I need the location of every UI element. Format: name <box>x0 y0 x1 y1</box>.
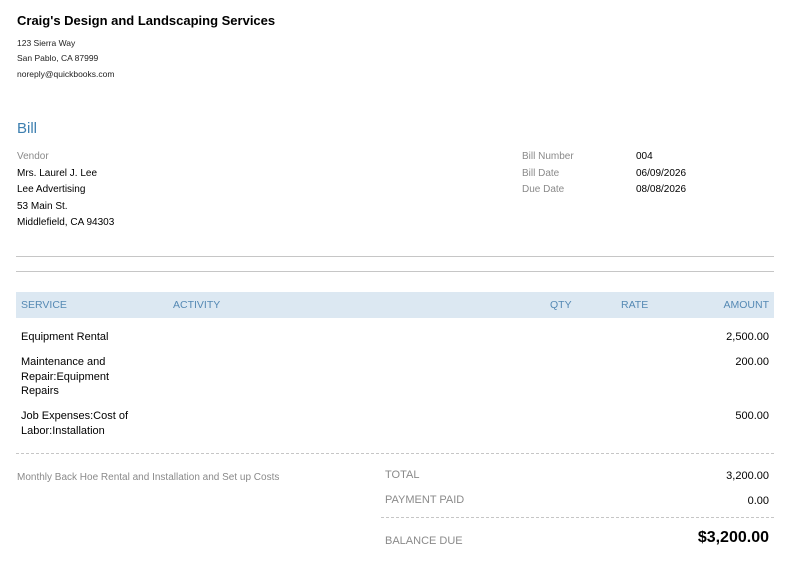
bill-number: 004 <box>636 151 653 162</box>
balance-due-value: $3,200.00 <box>697 529 769 546</box>
total-value: 3,200.00 <box>726 470 769 482</box>
header-qty: QTY <box>550 299 572 311</box>
vendor-name: Mrs. Laurel J. Lee <box>17 168 98 179</box>
vendor-label: Vendor <box>17 151 49 162</box>
vendor-city: Middlefield, CA 94303 <box>17 217 115 228</box>
due-date-label: Due Date <box>522 184 565 195</box>
table-row-amount: 200.00 <box>735 356 769 368</box>
divider-top <box>16 256 774 257</box>
table-row-amount: 500.00 <box>735 410 769 422</box>
divider-bottom <box>16 271 774 272</box>
company-city: San Pablo, CA 87999 <box>17 53 99 63</box>
table-row-service: Job Expenses:Cost of Labor:Installation <box>21 410 129 437</box>
payment-paid-value: 0.00 <box>747 495 769 507</box>
payment-paid-label: PAYMENT PAID <box>385 494 465 506</box>
bill-date: 06/09/2026 <box>636 168 687 179</box>
company-name: Craig's Design and Landscaping Services <box>17 13 276 28</box>
bill-date-label: Bill Date <box>522 168 560 179</box>
document-title: Bill <box>17 120 38 137</box>
vendor-company: Lee Advertising <box>17 184 86 195</box>
balance-divider <box>381 517 774 518</box>
table-row-service: Maintenance and Repair:Equipment Repairs <box>21 356 110 397</box>
table-row-service: Equipment Rental <box>21 331 109 343</box>
company-email: noreply@quickbooks.com <box>17 69 115 79</box>
company-street: 123 Sierra Way <box>17 38 76 48</box>
header-service: SERVICE <box>21 299 67 311</box>
header-rate: RATE <box>621 299 649 311</box>
bill-number-label: Bill Number <box>522 151 574 162</box>
due-date: 08/08/2026 <box>636 184 687 195</box>
header-amount: AMOUNT <box>723 299 770 311</box>
table-row-amount: 2,500.00 <box>726 331 769 343</box>
memo-text: Monthly Back Hoe Rental and Installation… <box>17 472 280 483</box>
balance-due-label: BALANCE DUE <box>385 535 463 547</box>
vendor-street: 53 Main St. <box>17 201 68 212</box>
total-label: TOTAL <box>385 469 420 481</box>
header-activity: ACTIVITY <box>173 299 221 311</box>
table-end-divider <box>16 453 774 454</box>
